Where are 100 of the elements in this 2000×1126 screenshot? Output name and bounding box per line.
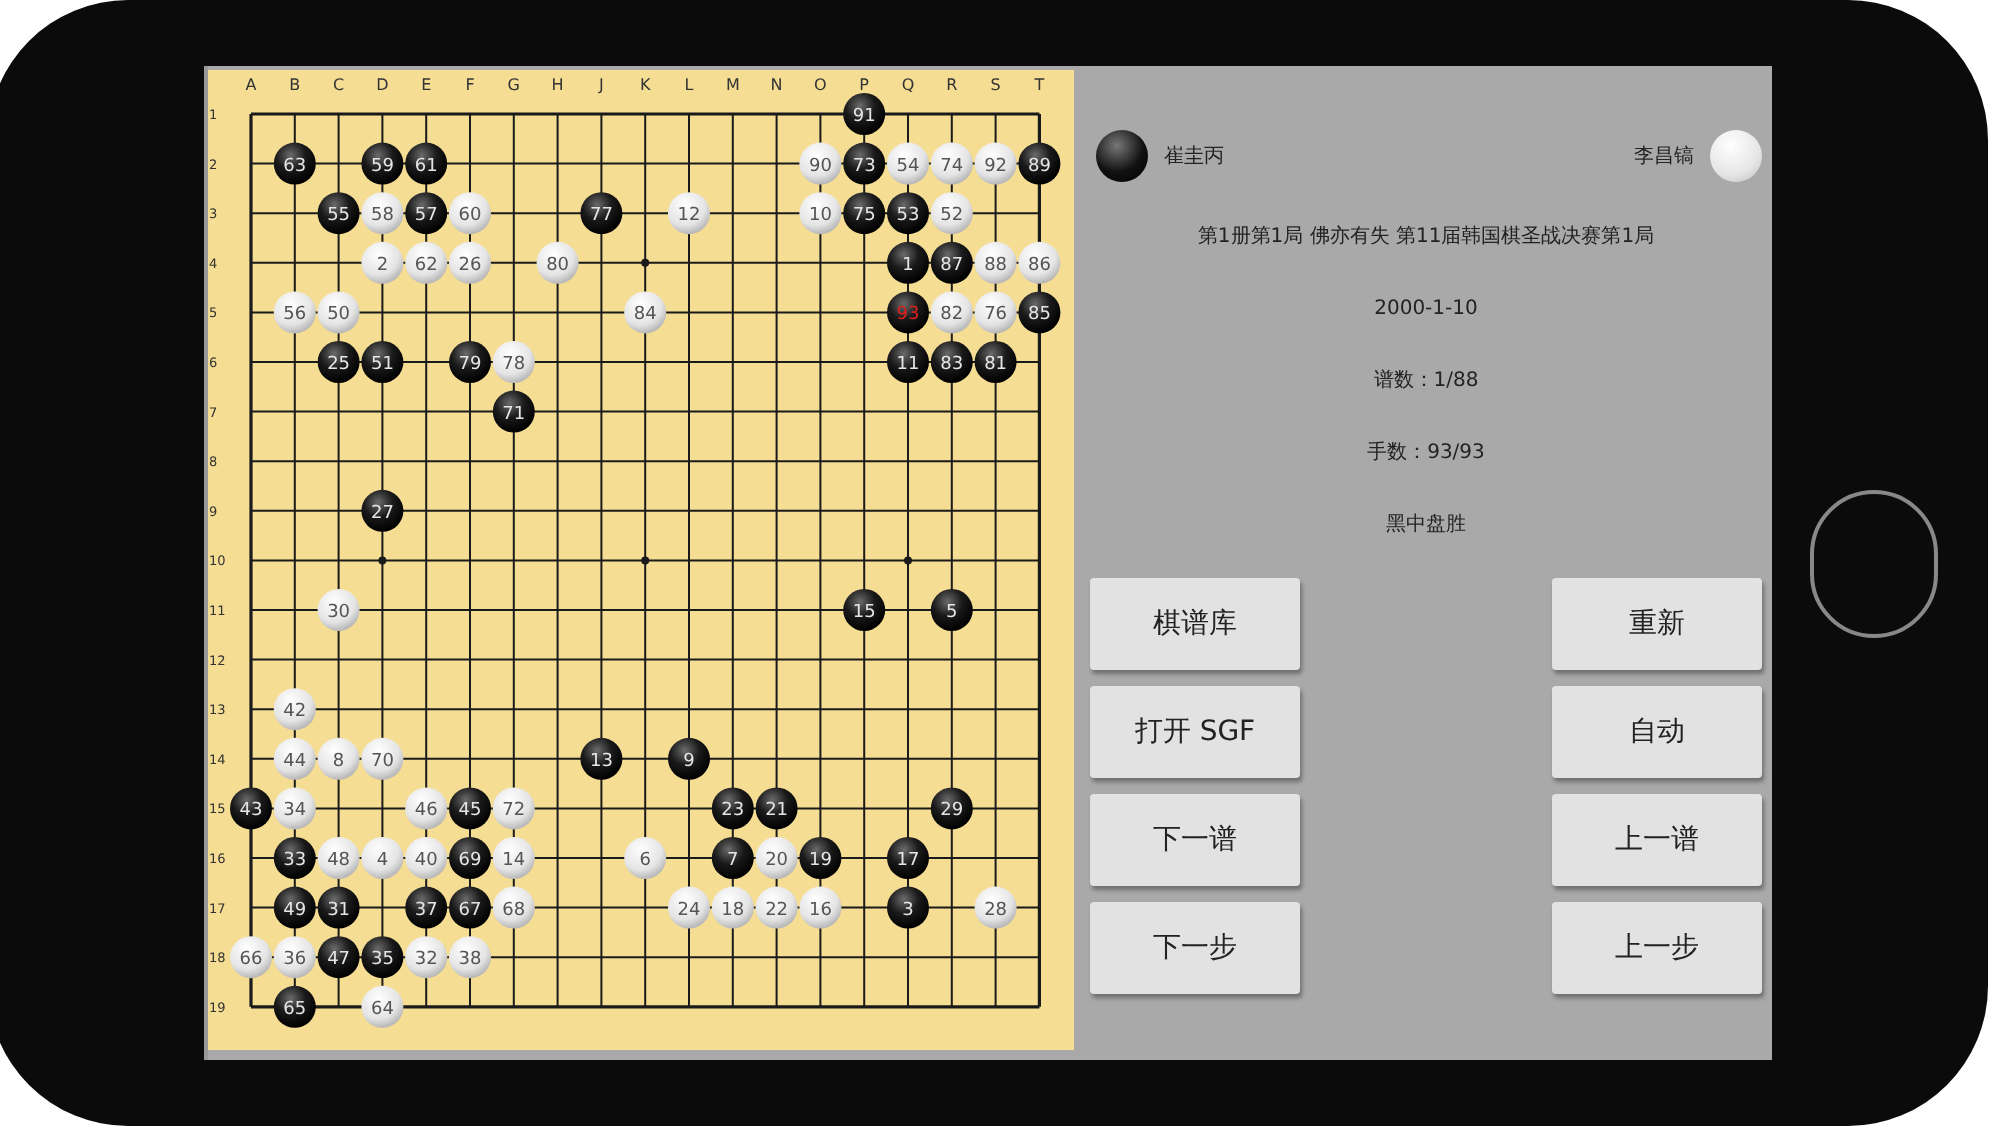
column-label: P <box>859 76 870 94</box>
column-label: N <box>770 76 783 94</box>
go-stone: 74 <box>930 142 973 185</box>
go-stone: 30 <box>317 589 360 631</box>
go-stone: 53 <box>887 192 929 235</box>
go-stone: 18 <box>711 886 754 929</box>
go-stone: 76 <box>974 291 1017 334</box>
go-stone: 91 <box>843 93 886 135</box>
menu-button[interactable]: 自动 <box>1552 686 1762 778</box>
go-stone: 93 <box>887 291 929 334</box>
go-stone: 29 <box>930 787 973 830</box>
go-stone: 65 <box>273 985 316 1028</box>
go-stone: 42 <box>273 688 316 731</box>
column-label: R <box>946 76 958 94</box>
menu-button[interactable]: 打开 SGF <box>1090 686 1300 778</box>
go-stone: 48 <box>317 837 360 879</box>
go-stone: 81 <box>974 341 1017 383</box>
player-name: 李昌镐 <box>1634 143 1694 171</box>
menu-button[interactable]: 重新 <box>1552 578 1762 670</box>
go-stone: 11 <box>887 341 929 383</box>
go-stone: 63 <box>273 142 316 185</box>
go-stone: 67 <box>449 886 491 929</box>
game-info-text: 黑中盘胜 <box>1386 512 1466 540</box>
go-stone: 68 <box>492 886 535 929</box>
go-stone: 15 <box>843 589 886 631</box>
go-stone: 5 <box>930 589 973 631</box>
go-stone: 62 <box>405 241 448 284</box>
go-stone: 59 <box>361 142 404 185</box>
go-stone: 57 <box>405 192 448 235</box>
go-stone: 36 <box>273 936 316 979</box>
column-label: Q <box>901 76 915 94</box>
column-label: F <box>465 76 475 94</box>
go-stone: 66 <box>230 936 272 979</box>
go-stone: 9 <box>668 737 710 780</box>
menu-button[interactable]: 下一步 <box>1090 902 1300 994</box>
go-stone: 40 <box>405 837 448 879</box>
column-label: A <box>245 76 257 94</box>
go-stone: 87 <box>930 241 973 284</box>
go-stone: 73 <box>843 142 886 185</box>
go-stone: 92 <box>974 142 1017 185</box>
go-stone: 20 <box>755 837 798 879</box>
go-stone: 34 <box>273 787 316 830</box>
menu-button[interactable]: 上一步 <box>1552 902 1762 994</box>
go-stone: 22 <box>755 886 798 929</box>
go-stone: 35 <box>361 936 404 979</box>
go-stone: 80 <box>536 241 579 284</box>
player-name: 崔圭丙 <box>1164 143 1224 171</box>
menu-button[interactable]: 上一谱 <box>1552 794 1762 886</box>
go-stone: 24 <box>668 886 710 929</box>
go-stone: 72 <box>492 787 535 830</box>
column-label: J <box>599 76 604 94</box>
go-stone: 26 <box>449 241 491 284</box>
go-stone: 86 <box>1018 241 1061 284</box>
go-stone: 70 <box>361 737 404 780</box>
go-stone: 44 <box>273 737 316 780</box>
go-stone: 58 <box>361 192 404 235</box>
go-stone: 4 <box>361 837 404 879</box>
go-stone: 37 <box>405 886 448 929</box>
game-info-text: 谱数：1/88 <box>1373 368 1479 396</box>
go-stone: 43 <box>230 787 272 830</box>
go-stone: 38 <box>449 936 491 979</box>
go-stone: 69 <box>449 837 491 879</box>
go-stone: 64 <box>361 985 404 1028</box>
go-stone: 61 <box>405 142 448 185</box>
home-button[interactable] <box>1810 490 1938 638</box>
column-label: O <box>814 76 827 94</box>
go-stone: 45 <box>449 787 491 830</box>
go-stone: 23 <box>711 787 754 830</box>
go-stone: 85 <box>1018 291 1061 334</box>
stone-icon <box>1096 130 1148 182</box>
go-stone: 3 <box>887 886 929 929</box>
go-stone: 71 <box>492 390 535 433</box>
go-stone: 56 <box>273 291 316 334</box>
game-info-text: 2000-1-10 <box>1374 296 1478 324</box>
go-stone: 2 <box>361 241 404 284</box>
go-stone: 10 <box>799 192 842 235</box>
go-stone: 83 <box>930 341 973 383</box>
go-stone: 82 <box>930 291 973 334</box>
column-label: L <box>684 76 694 94</box>
go-stone: 16 <box>799 886 842 929</box>
go-stone: 46 <box>405 787 448 830</box>
go-stone: 13 <box>580 737 623 780</box>
go-stone: 33 <box>273 837 316 879</box>
go-stone: 14 <box>492 837 535 879</box>
game-info-text: 第1册第1局 佛亦有失 第11届韩国棋圣战决赛第1局 <box>1197 224 1655 252</box>
column-label: T <box>1034 76 1045 94</box>
go-stone: 79 <box>449 341 491 383</box>
go-stone: 47 <box>317 936 360 979</box>
go-stone: 55 <box>317 192 360 235</box>
go-stone: 78 <box>492 341 535 383</box>
go-stone: 1 <box>887 241 929 284</box>
go-stone: 27 <box>361 489 404 532</box>
menu-button[interactable]: 棋谱库 <box>1090 578 1300 670</box>
menu-button[interactable]: 下一谱 <box>1090 794 1300 886</box>
go-stone: 50 <box>317 291 360 334</box>
column-label: B <box>289 76 301 94</box>
go-stone: 89 <box>1018 142 1061 185</box>
go-stone: 7 <box>711 837 754 879</box>
stone-icon <box>1710 130 1762 182</box>
go-stone: 77 <box>580 192 623 235</box>
